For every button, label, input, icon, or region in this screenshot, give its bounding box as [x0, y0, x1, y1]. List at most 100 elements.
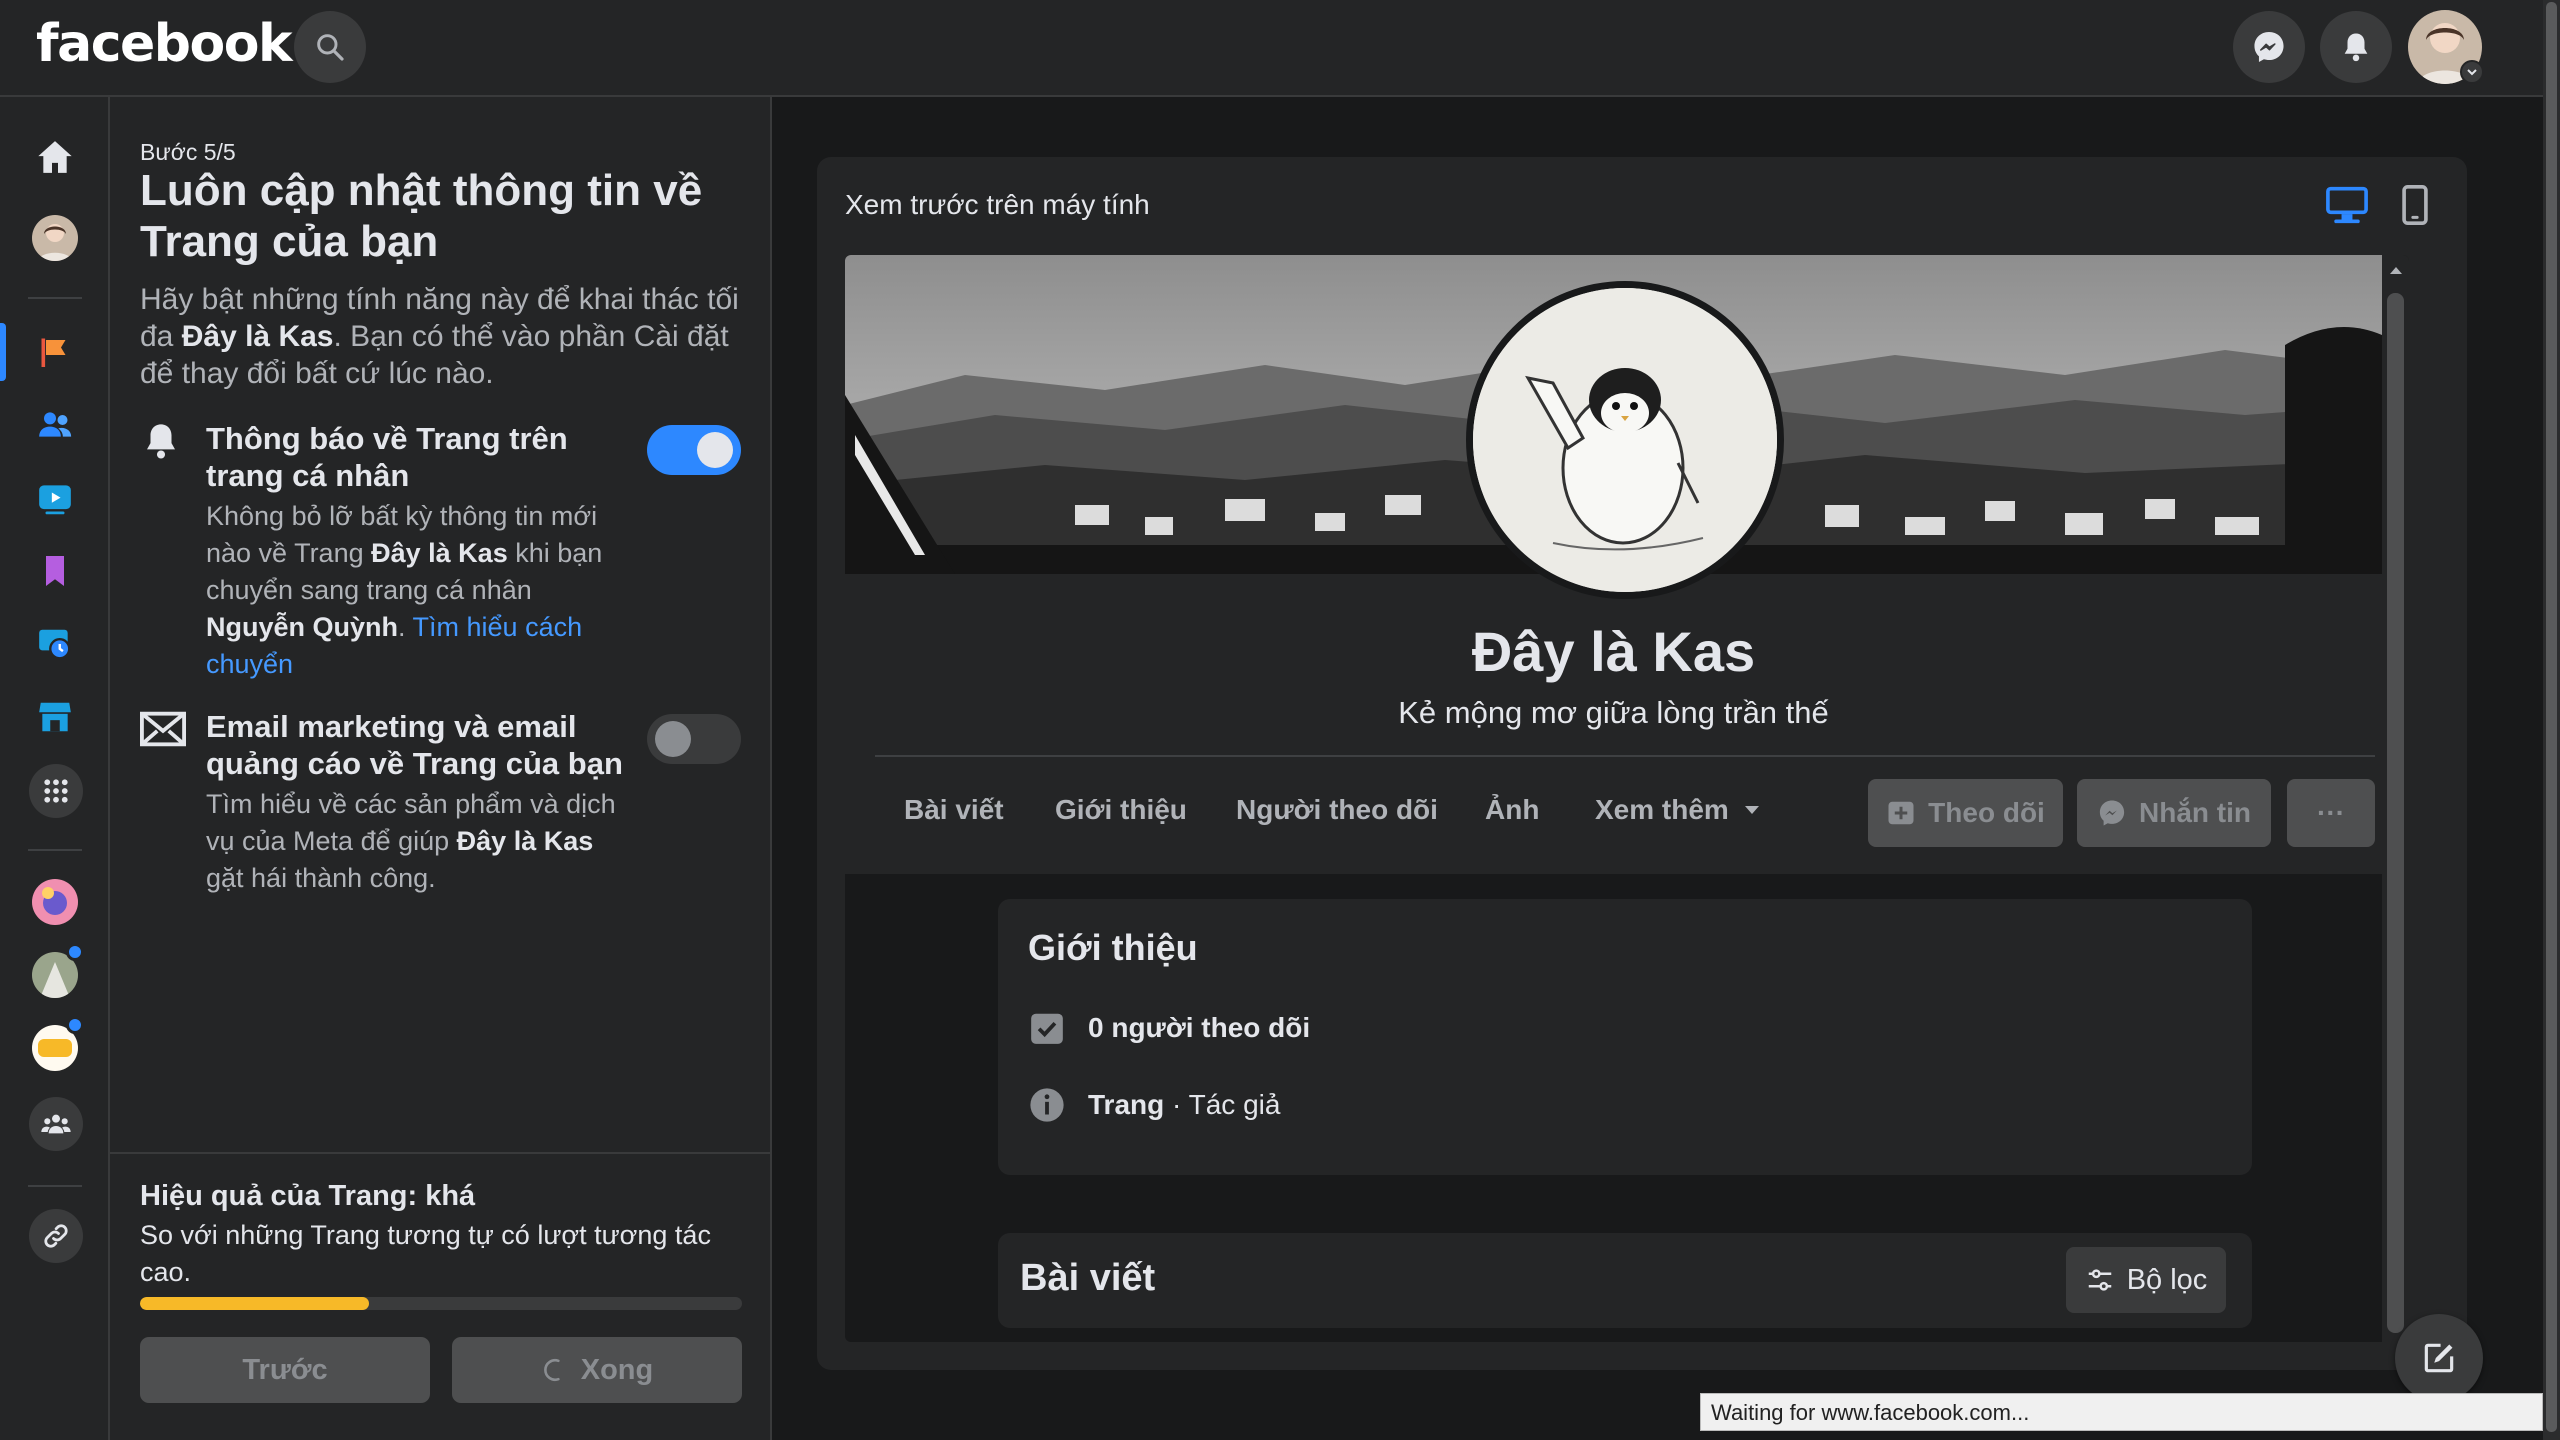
preview-card: Xem trước trên máy tính Đây là Kas Kẻ mộ… [817, 157, 2467, 1370]
followers-row: 0 người theo dõi [1028, 1009, 1310, 1047]
posts-title: Bài viết [1020, 1257, 1156, 1299]
panel-title: Luôn cập nhật thông tin về Trang của bạn [140, 166, 703, 266]
caret-down-icon [1744, 806, 1759, 814]
follow-button[interactable]: Theo dõi [1868, 779, 2063, 847]
desktop-icon [2326, 186, 2368, 224]
messenger-button[interactable] [2233, 11, 2305, 83]
video-icon [39, 485, 71, 515]
profile-avatar [32, 215, 78, 261]
done-button[interactable]: Xong [452, 1337, 742, 1403]
unread-badge [66, 1016, 84, 1034]
rail-watch[interactable] [29, 472, 81, 524]
performance-title: Hiệu quả của Trang: khá [140, 1180, 476, 1212]
profile-notifications-toggle[interactable] [647, 425, 741, 475]
messenger-icon [2099, 800, 2125, 826]
groups-icon [41, 1114, 71, 1134]
intro-card: Giới thiệu 0 người theo dõi Trang · Tác … [998, 899, 2252, 1175]
tab-more[interactable]: Xem thêm [1595, 794, 1761, 826]
message-button[interactable]: Nhắn tin [2077, 779, 2271, 847]
page-name: Đây là Kas [1471, 620, 1756, 683]
new-message-button[interactable] [2395, 1314, 2483, 1402]
tab-followers[interactable]: Người theo dõi [1236, 794, 1438, 826]
option-description: Không bỏ lỡ bất kỳ thông tin mới nào về … [206, 501, 603, 679]
preview-scrollbar[interactable] [2382, 255, 2409, 1342]
preview-area: Xem trước trên máy tính Đây là Kas Kẻ mộ… [772, 97, 2543, 1440]
checkbox-icon [1031, 1013, 1063, 1044]
rail-link[interactable] [29, 1209, 83, 1263]
category-row: Trang · Tác giả [1028, 1086, 1280, 1124]
intro-title: Giới thiệu [1028, 927, 1198, 968]
rail-menu[interactable] [29, 764, 83, 818]
tab-about[interactable]: Giới thiệu [1055, 794, 1187, 826]
rail-marketplace[interactable] [29, 691, 81, 743]
shortcut-avatar [32, 879, 78, 925]
bell-icon [2344, 33, 2368, 62]
scrollbar-thumb[interactable] [2387, 293, 2404, 1333]
page-profile-picture [1466, 281, 1784, 599]
rail-profile[interactable] [29, 212, 81, 264]
rail-friends[interactable] [29, 399, 81, 451]
desktop-preview-button[interactable] [2325, 185, 2369, 230]
marketing-email-toggle[interactable] [647, 714, 741, 764]
scrollbar-thumb[interactable] [2546, 2, 2557, 1432]
progress-fill [140, 1297, 369, 1310]
back-button[interactable]: Trước [140, 1337, 430, 1403]
page-subtitle: Kẻ mộng mơ giữa lòng trần thế [1398, 695, 1829, 730]
messenger-icon [2254, 32, 2284, 62]
envelope-icon [140, 711, 186, 752]
divider [110, 1152, 772, 1154]
preview-label: Xem trước trên máy tính [845, 189, 1150, 220]
unread-badge [66, 943, 84, 961]
link-icon [44, 1224, 68, 1248]
divider [875, 755, 2375, 757]
bell-icon [140, 419, 182, 468]
loading-spinner-icon [543, 1358, 560, 1382]
more-options-button[interactable]: ··· [2287, 779, 2375, 847]
filter-button[interactable]: Bộ lọc [2066, 1247, 2226, 1313]
rail-groups[interactable] [29, 1097, 83, 1151]
mobile-preview-button[interactable] [2402, 185, 2428, 230]
panel-description: Hãy bật những tính năng này để khai thác… [140, 283, 739, 390]
home-icon [38, 141, 72, 173]
posts-card: Bài viết Bộ lọc [998, 1233, 2252, 1328]
option-title: Thông báo về Trang trên trang cá nhân [206, 421, 568, 493]
facebook-logo[interactable]: facebook [36, 14, 293, 74]
toggle-knob [655, 721, 691, 757]
step-indicator: Bước 5/5 [140, 139, 236, 165]
rail-memories[interactable] [29, 618, 81, 670]
top-navigation-bar: facebook [0, 0, 2543, 97]
performance-description: So với những Trang tương tự có lượt tươn… [140, 1220, 711, 1287]
left-icon-rail [0, 97, 110, 1440]
notifications-button[interactable] [2320, 11, 2392, 83]
rail-pages[interactable] [29, 326, 81, 378]
search-button[interactable] [294, 11, 366, 83]
mobile-icon [2402, 185, 2428, 225]
rail-saved[interactable] [29, 545, 81, 597]
clock-icon [39, 629, 71, 660]
performance-progress-bar [140, 1297, 742, 1310]
browser-status-bar: Waiting for www.facebook.com... [1700, 1393, 2543, 1431]
toggle-knob [697, 432, 733, 468]
account-menu-button[interactable] [2460, 60, 2484, 84]
active-indicator [0, 323, 6, 381]
follow-icon [1888, 801, 1914, 825]
shop-icon [39, 702, 71, 732]
apps-grid-icon [44, 779, 68, 803]
option-title: Email marketing và email quảng cáo về Tr… [206, 709, 623, 781]
tab-photos[interactable]: Ảnh [1485, 794, 1539, 826]
page-scrollbar[interactable] [2543, 0, 2560, 1440]
bookmark-icon [46, 556, 64, 586]
friends-icon [39, 412, 72, 437]
info-icon [1030, 1088, 1064, 1122]
setup-panel: Bước 5/5 Luôn cập nhật thông tin về Tran… [110, 97, 772, 1440]
chevron-down-icon [2467, 69, 2477, 76]
flag-icon [41, 338, 66, 367]
filter-icon [2088, 1269, 2111, 1291]
rail-home[interactable] [29, 131, 81, 183]
page-preview-frame: Đây là Kas Kẻ mộng mơ giữa lòng trần thế… [845, 255, 2409, 1342]
tab-posts[interactable]: Bài viết [904, 794, 1004, 826]
search-icon [317, 34, 344, 61]
rail-shortcut-1[interactable] [29, 876, 81, 928]
option-description: Tìm hiểu về các sản phẩm và dịch vụ của … [206, 789, 616, 893]
compose-icon [2424, 1343, 2454, 1373]
